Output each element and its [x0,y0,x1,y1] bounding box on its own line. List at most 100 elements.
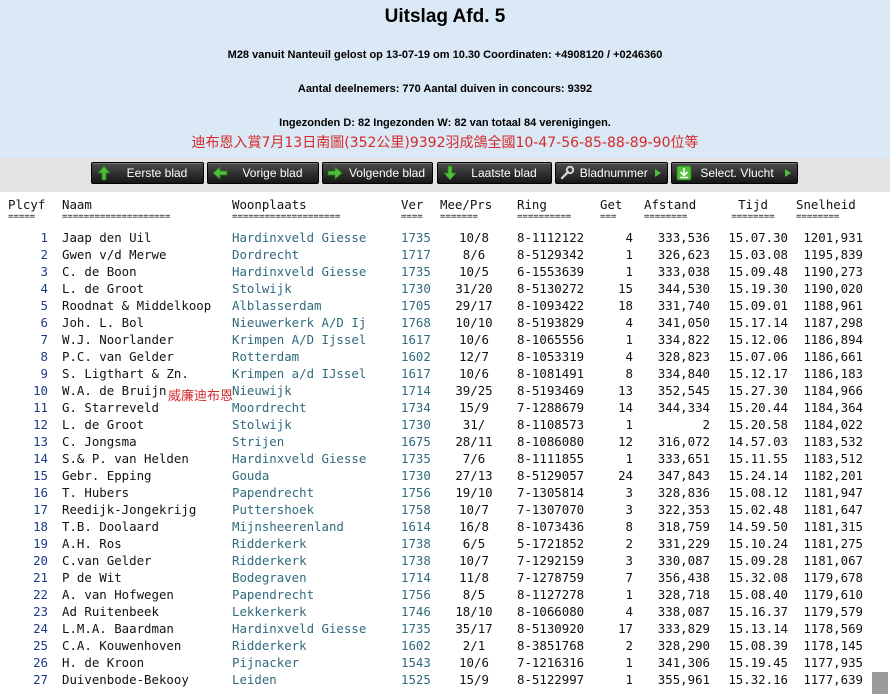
table-row: 26 H. de Kroon Pijnacker 1543 10/6 7-1216316 1… [0,654,890,671]
cell-ver: 1746 [401,604,431,619]
cell-get: 3 [625,485,633,500]
cell-ring: 8-5193829 [517,315,585,330]
next-page-button[interactable]: Volgende blad [322,162,433,184]
cell-get: 1 [625,451,633,466]
table-row: 11 G. Starreveld Moordrecht 1734 15/9 7-12886… [0,399,890,416]
cell-get: 1 [625,587,633,602]
cell-naam: Jaap den Uil [62,230,152,245]
cell-ver: 1675 [401,434,431,449]
cell-meeprs: 10/5 [459,264,489,279]
cell-meeprs: 15/9 [459,400,489,415]
table-row: 19 A.H. Ros Ridderkerk 1738 6/5 5-1721852 2 331… [0,535,890,552]
page-title: Uitslag Afd. 5 [384,6,506,27]
cell-woon: Hardinxveld Giesse [232,621,367,636]
table-row: 20 C.van Gelder Ridderkerk 1738 10/7 7-129215… [0,552,890,569]
column-separator: ==================== [232,212,341,222]
cell-meeprs: 8/5 [462,587,486,602]
cell-snel: 1181,275 [803,536,863,551]
cell-ring: 8-1112122 [517,230,585,245]
cell-get: 7 [625,570,633,585]
cell-plcyf: 12 [33,417,48,432]
cell-meeprs: 8/6 [462,247,486,262]
cell-snel: 1195,839 [803,247,863,262]
cell-get: 14 [618,400,633,415]
cell-woon: Bodegraven [232,570,307,585]
cell-snel: 1186,661 [803,349,863,364]
cell-naam: A. van Hofwegen [62,587,174,602]
last-page-button[interactable]: Laatste blad [437,162,552,184]
cell-tijd: 15.02.48 [728,502,788,517]
flight-info: M28 vanuit Nanteuil gelost op 13-07-19 o… [227,49,663,61]
cell-woon: Papendrecht [232,587,315,602]
cell-plcyf: 26 [33,655,48,670]
cell-get: 8 [625,366,633,381]
cell-afstand: 328,718 [657,587,710,602]
cell-ring: 7-1278759 [517,570,585,585]
cell-plcyf: 8 [40,349,48,364]
cell-ver: 1614 [401,519,431,534]
cell-tijd: 15.07.06 [728,349,788,364]
cell-tijd: 15.08.40 [728,587,788,602]
cell-snel: 1179,610 [803,587,863,602]
cell-afstand: 344,334 [657,400,710,415]
table-row: 13 C. Jongsma Strijen 1675 28/11 8-1086080 12 3… [0,433,890,450]
cell-get: 1 [625,655,633,670]
previous-page-button[interactable]: Vorige blad [207,162,319,184]
table-row: 7 W.J. Noorlander Krimpen A/D Ijssel 1617 10… [0,331,890,348]
cell-afstand: 356,438 [657,570,710,585]
select-flight-button[interactable]: Select. Vlucht [671,162,798,184]
cell-woon: Hardinxveld Giesse [232,230,367,245]
cell-ver: 1735 [401,451,431,466]
cell-ring: 8-1073436 [517,519,585,534]
cell-snel: 1179,579 [803,604,863,619]
cell-ring: 8-1065556 [517,332,585,347]
cell-naam: L. de Groot [62,417,145,432]
cell-ver: 1735 [401,264,431,279]
cell-snel: 1183,532 [803,434,863,449]
cell-naam: C. Jongsma [62,434,137,449]
select-flight-label: Select. Vlucht [700,166,774,180]
table-row: 2 Gwen v/d Merwe Dordrecht 1717 8/6 8-5129342… [0,246,890,263]
cell-woon: Leiden [232,672,277,687]
cell-naam: Gwen v/d Merwe [62,247,167,262]
cell-afstand: 338,087 [657,604,710,619]
scrollbar-thumb[interactable] [872,672,888,694]
table-row: 23 Ad Ruitenbeek Lekkerkerk 1746 18/10 8-1066… [0,603,890,620]
cell-get: 4 [625,349,633,364]
column-separator: ==== [401,212,423,222]
table-row: 3 C. de Boon Hardinxveld Giesse 1735 10/5 6-1… [0,263,890,280]
cell-woon: Ridderkerk [232,536,307,551]
table-row: 10 W.A. de Bruijn Nieuwijk 1714 39/25 8-51934… [0,382,890,399]
cell-snel: 1178,569 [803,621,863,636]
cell-get: 1 [625,417,633,432]
cell-tijd: 15.09.48 [728,264,788,279]
cell-woon: Papendrecht [232,485,315,500]
cell-ring: 6-1553639 [517,264,585,279]
column-separator: ======== [796,212,840,222]
cell-woon: Ridderkerk [232,553,307,568]
cell-afstand: 333,536 [657,230,710,245]
cell-meeprs: 7/6 [462,451,486,466]
cell-afstand: 330,087 [657,553,710,568]
participants-info: Aantal deelnemers: 770 Aantal duiven in … [297,83,593,95]
cell-meeprs: 31/20 [455,281,493,296]
cell-meeprs: 18/10 [455,604,493,619]
first-page-button[interactable]: Eerste blad [91,162,204,184]
column-separator: ===== [8,212,36,222]
cell-meeprs: 10/7 [459,502,489,517]
cell-afstand: 2 [702,417,710,432]
cell-plcyf: 20 [33,553,48,568]
cell-snel: 1177,639 [803,672,863,687]
cell-plcyf: 2 [40,247,48,262]
page-number-button[interactable]: Bladnummer [555,162,668,184]
cell-tijd: 15.16.37 [728,604,788,619]
cell-afstand: 334,822 [657,332,710,347]
cell-woon: Rotterdam [232,349,300,364]
cell-ring: 8-1127278 [517,587,585,602]
cell-get: 1 [625,672,633,687]
cell-afstand: 333,038 [657,264,710,279]
cell-plcyf: 16 [33,485,48,500]
cell-afstand: 341,306 [657,655,710,670]
cell-afstand: 344,530 [657,281,710,296]
cell-woon: Stolwijk [232,281,292,296]
